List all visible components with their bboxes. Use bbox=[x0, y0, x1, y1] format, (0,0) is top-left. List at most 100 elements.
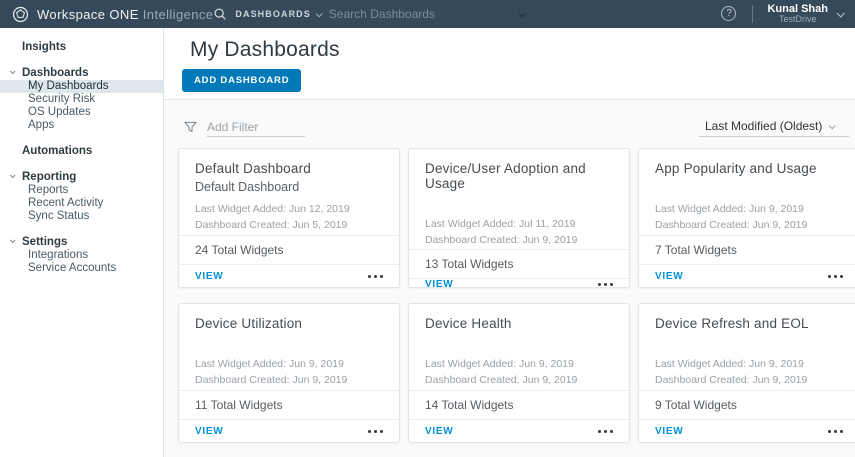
sidebar-item-recent-activity[interactable]: Recent Activity bbox=[0, 197, 163, 210]
top-bar: Workspace ONE Intelligence DASHBOARDS ? … bbox=[0, 0, 855, 28]
card-title: App Popularity and Usage bbox=[655, 161, 843, 176]
brand-title: Workspace ONE Intelligence bbox=[37, 7, 213, 22]
search-icon bbox=[213, 7, 227, 21]
card-widget-count: 13 Total Widgets bbox=[409, 249, 629, 278]
sidebar-group-label: Reporting bbox=[22, 171, 76, 183]
user-org: TestDrive bbox=[767, 15, 828, 25]
card-menu-icon[interactable] bbox=[828, 271, 843, 282]
card-created: Dashboard Created: Jun 9, 2019 bbox=[655, 372, 843, 388]
card-title: Device Utilization bbox=[195, 316, 383, 331]
card-widget-count: 14 Total Widgets bbox=[409, 390, 629, 419]
sidebar-item-os-updates[interactable]: OS Updates bbox=[0, 106, 163, 119]
sidebar-group-reporting[interactable]: Reporting bbox=[0, 170, 163, 184]
page-title: My Dashboards bbox=[190, 38, 855, 62]
card-subtitle bbox=[425, 195, 613, 211]
global-search: DASHBOARDS bbox=[213, 7, 721, 21]
search-input[interactable] bbox=[329, 7, 509, 21]
chevron-down-icon bbox=[10, 172, 16, 178]
add-dashboard-button[interactable]: ADD DASHBOARD bbox=[182, 69, 301, 92]
brand: Workspace ONE Intelligence bbox=[0, 6, 213, 23]
sidebar-item-my-dashboards[interactable]: My Dashboards bbox=[0, 80, 163, 93]
card-menu-icon[interactable] bbox=[368, 271, 383, 282]
card-title: Default Dashboard bbox=[195, 161, 383, 176]
card-widget-count: 9 Total Widgets bbox=[639, 390, 855, 419]
dashboard-card: Device Utilization Last Widget Added: Ju… bbox=[178, 303, 400, 443]
sidebar-item-sync-status[interactable]: Sync Status bbox=[0, 210, 163, 223]
sidebar-nav: Insights Dashboards My Dashboards Securi… bbox=[0, 28, 164, 457]
sidebar-item-service-accounts[interactable]: Service Accounts bbox=[0, 262, 163, 275]
card-subtitle bbox=[425, 335, 613, 351]
card-subtitle bbox=[655, 180, 843, 196]
view-link[interactable]: VIEW bbox=[425, 279, 453, 290]
view-link[interactable]: VIEW bbox=[195, 426, 223, 437]
dashboard-card: Device/User Adoption and Usage Last Widg… bbox=[408, 148, 630, 288]
card-last-widget: Last Widget Added: Jun 9, 2019 bbox=[655, 201, 843, 217]
card-widget-count: 24 Total Widgets bbox=[179, 235, 399, 264]
chevron-down-icon bbox=[829, 122, 836, 129]
card-title: Device Health bbox=[425, 316, 613, 331]
card-created: Dashboard Created: Jun 9, 2019 bbox=[425, 372, 613, 388]
card-title: Device/User Adoption and Usage bbox=[425, 161, 613, 191]
chevron-down-icon bbox=[316, 10, 323, 17]
sort-value: Last Modified (Oldest) bbox=[705, 119, 822, 133]
sidebar-item-label: Automations bbox=[22, 145, 92, 157]
card-created: Dashboard Created: Jun 9, 2019 bbox=[195, 372, 383, 388]
card-subtitle bbox=[195, 335, 383, 351]
card-last-widget: Last Widget Added: Jun 12, 2019 bbox=[195, 201, 383, 217]
card-menu-icon[interactable] bbox=[368, 426, 383, 437]
topbar-right: ? Kunal Shah TestDrive bbox=[721, 3, 855, 25]
sort-dropdown[interactable]: Last Modified (Oldest) bbox=[699, 117, 849, 137]
search-caret-icon bbox=[519, 10, 526, 17]
main-content: My Dashboards ADD DASHBOARD Last Modifie… bbox=[164, 28, 855, 457]
view-link[interactable]: VIEW bbox=[425, 426, 453, 437]
user-texts: Kunal Shah TestDrive bbox=[767, 3, 828, 25]
sidebar-item-integrations[interactable]: Integrations bbox=[0, 249, 163, 262]
page-header: My Dashboards ADD DASHBOARD bbox=[164, 28, 855, 100]
sidebar-item-security-risk[interactable]: Security Risk bbox=[0, 93, 163, 106]
view-link[interactable]: VIEW bbox=[655, 426, 683, 437]
chevron-down-icon bbox=[836, 9, 844, 17]
help-icon[interactable]: ? bbox=[721, 6, 736, 21]
sidebar-item-automations[interactable]: Automations bbox=[0, 144, 163, 158]
view-link[interactable]: VIEW bbox=[195, 271, 223, 282]
card-last-widget: Last Widget Added: Jun 9, 2019 bbox=[655, 356, 843, 372]
card-created: Dashboard Created: Jun 9, 2019 bbox=[655, 217, 843, 233]
card-menu-icon[interactable] bbox=[598, 426, 613, 437]
card-created: Dashboard Created: Jun 9, 2019 bbox=[425, 232, 613, 248]
workspace-one-logo-icon bbox=[12, 6, 29, 23]
card-created: Dashboard Created: Jun 5, 2019 bbox=[195, 217, 383, 233]
chevron-down-icon bbox=[10, 68, 16, 74]
card-widget-count: 7 Total Widgets bbox=[639, 235, 855, 264]
topbar-divider bbox=[752, 5, 753, 23]
sidebar-group-label: Settings bbox=[22, 236, 67, 248]
brand-primary: Workspace ONE bbox=[37, 7, 139, 22]
sidebar-group-settings[interactable]: Settings bbox=[0, 235, 163, 249]
add-filter-input[interactable] bbox=[207, 118, 305, 137]
card-subtitle: Default Dashboard bbox=[195, 180, 383, 196]
search-scope-label: DASHBOARDS bbox=[235, 9, 311, 19]
card-subtitle bbox=[655, 335, 843, 351]
card-last-widget: Last Widget Added: Jun 9, 2019 bbox=[195, 356, 383, 372]
filter-bar: Last Modified (Oldest) bbox=[164, 100, 855, 148]
filter-funnel-icon bbox=[184, 121, 197, 134]
user-menu[interactable]: Kunal Shah TestDrive bbox=[767, 3, 843, 25]
card-last-widget: Last Widget Added: Jun 9, 2019 bbox=[425, 356, 613, 372]
dashboard-card-grid: Default Dashboard Default Dashboard Last… bbox=[164, 148, 855, 443]
chevron-down-icon bbox=[10, 237, 16, 243]
card-menu-icon[interactable] bbox=[828, 426, 843, 437]
dashboard-card: App Popularity and Usage Last Widget Add… bbox=[638, 148, 855, 288]
sidebar-item-label: Insights bbox=[22, 41, 66, 53]
sidebar-item-reports[interactable]: Reports bbox=[0, 184, 163, 197]
sidebar-group-dashboards[interactable]: Dashboards bbox=[0, 66, 163, 80]
sidebar-group-label: Dashboards bbox=[22, 67, 88, 79]
sidebar-item-insights[interactable]: Insights bbox=[0, 40, 163, 54]
dashboard-card: Device Refresh and EOL Last Widget Added… bbox=[638, 303, 855, 443]
sidebar-item-apps[interactable]: Apps bbox=[0, 119, 163, 132]
card-widget-count: 11 Total Widgets bbox=[179, 390, 399, 419]
dashboard-card: Device Health Last Widget Added: Jun 9, … bbox=[408, 303, 630, 443]
card-menu-icon[interactable] bbox=[598, 279, 613, 290]
view-link[interactable]: VIEW bbox=[655, 271, 683, 282]
brand-secondary: Intelligence bbox=[143, 7, 214, 22]
card-last-widget: Last Widget Added: Jul 11, 2019 bbox=[425, 216, 613, 232]
search-scope-dropdown[interactable]: DASHBOARDS bbox=[235, 9, 321, 19]
